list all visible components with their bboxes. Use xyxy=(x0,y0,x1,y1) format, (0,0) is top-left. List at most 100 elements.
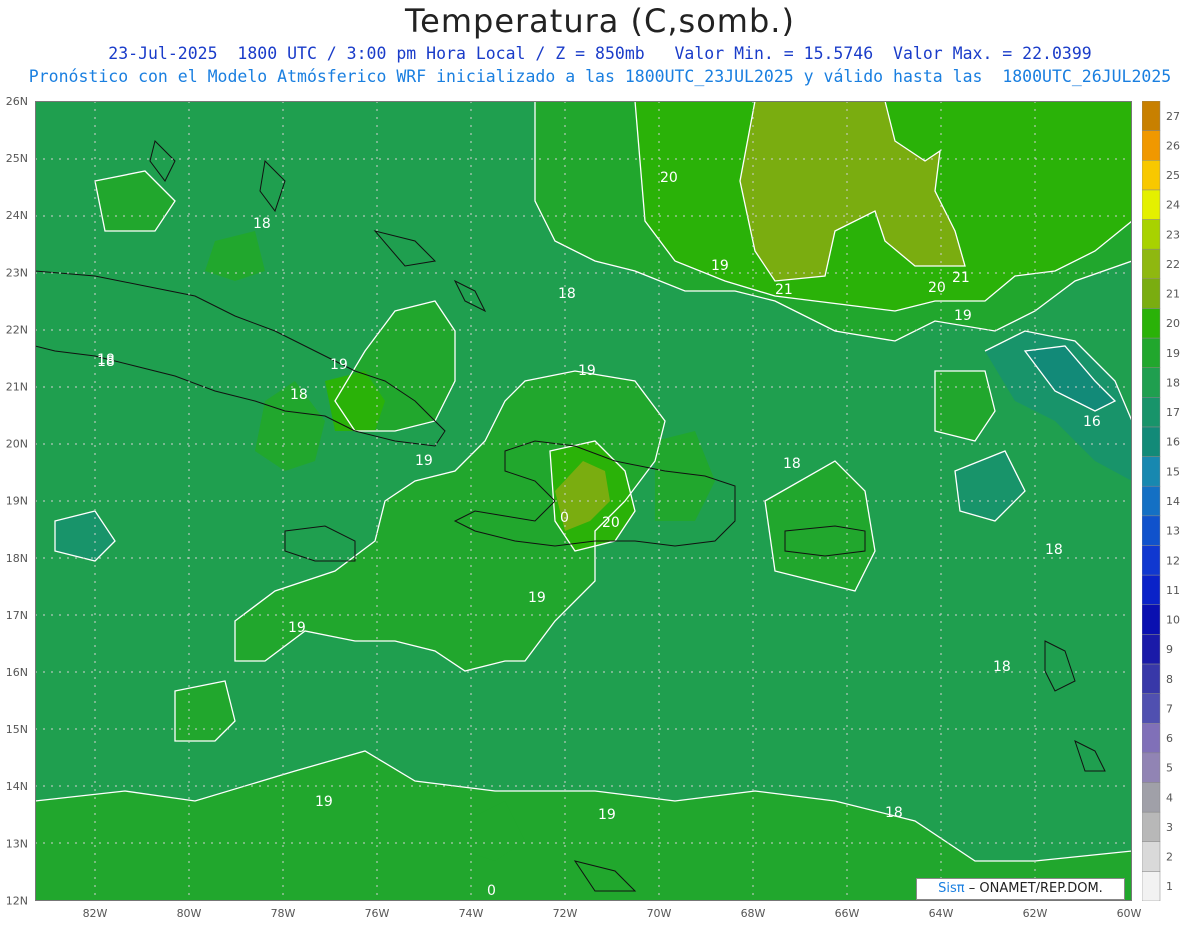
latitude-label: 21N xyxy=(6,381,28,394)
contour-label: 19 xyxy=(954,308,972,324)
colorbar-label: 3 xyxy=(1166,821,1173,834)
colorbar-label: 23 xyxy=(1166,228,1180,241)
latitude-axis: 26N 25N 24N 23N 22N 21N 20N 19N 18N 17N 16N 15N 14N 1… xyxy=(6,95,28,907)
credit-text: – ONAMET/REP.DOM. xyxy=(968,881,1103,896)
colorbar-swatch xyxy=(1142,426,1161,457)
longitude-label: 64W xyxy=(929,907,954,920)
contour-label: 18 xyxy=(993,659,1011,675)
colorbar-swatch xyxy=(1142,752,1161,783)
latitude-label: 22N xyxy=(6,323,28,336)
colorbar-swatch xyxy=(1142,604,1161,635)
longitude-label: 74W xyxy=(459,907,484,920)
colorbar-label: 11 xyxy=(1166,584,1180,597)
map-canvas: 18 18 18 19 18 19 18 19 20 19 21 21 20 1… xyxy=(35,101,1132,901)
latitude-label: 19N xyxy=(6,495,28,508)
colorbar-label: 5 xyxy=(1166,762,1173,775)
colorbar-label: 9 xyxy=(1166,643,1173,656)
credit-brand: Sisπ xyxy=(938,881,965,896)
longitude-axis: 82W 80W 78W 76W 74W 72W 70W 68W 66W 64W 62W 60W xyxy=(83,907,1142,920)
contour-label: 18 xyxy=(1045,542,1063,558)
colorbar-swatch xyxy=(1142,515,1161,546)
longitude-label: 76W xyxy=(365,907,390,920)
colorbar-swatch xyxy=(1142,160,1161,191)
contour-label: 18 xyxy=(783,456,801,472)
contour-label: 19 xyxy=(315,794,333,810)
contour-label: 21 xyxy=(775,282,793,298)
latitude-label: 25N xyxy=(6,152,28,165)
colorbar-label: 2 xyxy=(1166,851,1173,864)
map-title: Temperatura (C,somb.) xyxy=(405,2,795,40)
colorbar-swatch xyxy=(1142,485,1161,517)
contour-label: 20 xyxy=(602,515,620,531)
longitude-label: 62W xyxy=(1023,907,1048,920)
contour-label: 21 xyxy=(952,270,970,286)
colorbar-label: 10 xyxy=(1166,614,1180,627)
colorbar-swatch xyxy=(1142,189,1161,220)
longitude-label: 82W xyxy=(83,907,108,920)
latitude-label: 12N xyxy=(6,894,28,907)
latitude-label: 16N xyxy=(6,666,28,679)
latitude-label: 26N xyxy=(6,95,28,108)
contour-label: 19 xyxy=(330,357,348,373)
longitude-label: 72W xyxy=(553,907,578,920)
colorbar-label: 7 xyxy=(1166,702,1173,715)
contour-label: 19 xyxy=(288,620,306,636)
colorbar-label: 13 xyxy=(1166,525,1180,538)
colorbar: 1234567891011121314151617181920212223242… xyxy=(1142,101,1180,901)
colorbar-label: 25 xyxy=(1166,169,1180,182)
colorbar-label: 8 xyxy=(1166,673,1173,686)
contour-label: 19 xyxy=(415,453,433,469)
contour-label: 19 xyxy=(598,807,616,823)
colorbar-label: 19 xyxy=(1166,347,1180,360)
colorbar-swatch xyxy=(1142,871,1161,901)
longitude-label: 70W xyxy=(647,907,672,920)
contour-label: 20 xyxy=(928,280,946,296)
contour-label: 18 xyxy=(97,354,115,370)
colorbar-label: 27 xyxy=(1166,110,1180,123)
longitude-label: 68W xyxy=(741,907,766,920)
map-subtitle-model: Pronóstico con el Modelo Atmósferico WRF… xyxy=(28,67,1172,86)
map-subtitle-date: 23-Jul-2025 1800 UTC / 3:00 pm Hora Loca… xyxy=(108,44,1092,63)
colorbar-swatch xyxy=(1142,248,1161,280)
colorbar-swatch xyxy=(1142,693,1161,724)
colorbar-swatch xyxy=(1142,782,1161,813)
contour-label: 19 xyxy=(711,258,729,274)
contour-label: 18 xyxy=(885,805,903,821)
contour-label: 0 xyxy=(560,510,569,526)
colorbar-swatch xyxy=(1142,663,1161,694)
colorbar-swatch xyxy=(1142,101,1161,131)
contour-label: 0 xyxy=(487,883,496,899)
colorbar-swatch xyxy=(1142,278,1161,309)
contour-label: 18 xyxy=(558,286,576,302)
latitude-label: 13N xyxy=(6,837,28,850)
latitude-label: 24N xyxy=(6,209,28,222)
colorbar-swatch xyxy=(1142,841,1161,872)
contour-label: 18 xyxy=(253,216,271,232)
colorbar-label: 17 xyxy=(1166,406,1180,419)
colorbar-label: 14 xyxy=(1166,495,1180,508)
colorbar-label: 6 xyxy=(1166,732,1173,745)
colorbar-swatch xyxy=(1142,545,1161,576)
colorbar-swatch xyxy=(1142,722,1161,754)
latitude-label: 23N xyxy=(6,266,28,279)
colorbar-swatch xyxy=(1142,574,1161,605)
latitude-label: 15N xyxy=(6,723,28,736)
latitude-label: 14N xyxy=(6,780,28,793)
latitude-label: 17N xyxy=(6,609,28,622)
contour-label: 18 xyxy=(290,387,308,403)
longitude-label: 78W xyxy=(271,907,296,920)
contour-label: 16 xyxy=(1083,414,1101,430)
colorbar-swatch xyxy=(1142,337,1161,368)
longitude-label: 60W xyxy=(1117,907,1142,920)
colorbar-label: 16 xyxy=(1166,436,1180,449)
latitude-label: 18N xyxy=(6,552,28,565)
latitude-label: 20N xyxy=(6,438,28,451)
credit-box: Sisπ – ONAMET/REP.DOM. xyxy=(916,878,1125,900)
contour-label: 19 xyxy=(528,590,546,606)
colorbar-label: 1 xyxy=(1166,880,1173,893)
colorbar-swatch xyxy=(1142,456,1161,487)
colorbar-swatch xyxy=(1142,367,1161,398)
colorbar-label: 26 xyxy=(1166,139,1180,152)
temperature-map: 18 18 18 19 18 19 18 19 20 19 21 21 20 1… xyxy=(35,101,1132,901)
colorbar-label: 21 xyxy=(1166,288,1180,301)
